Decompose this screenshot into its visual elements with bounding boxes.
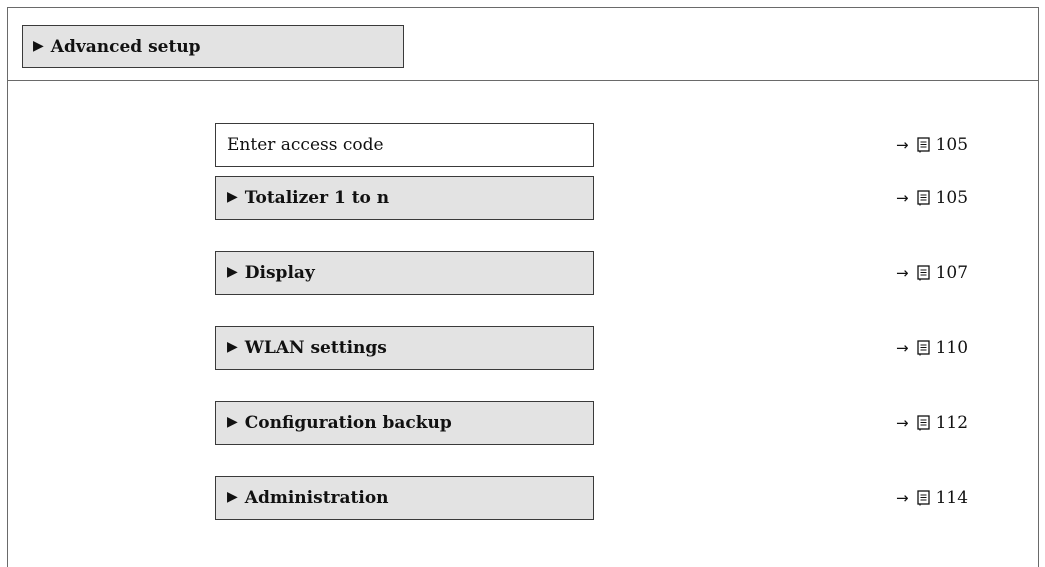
right-arrow-icon: → [896,489,909,507]
play-triangle-icon: ▶ [227,339,238,355]
play-triangle-icon: ▶ [33,37,44,54]
book-page-icon [916,265,931,281]
totalizer-submenu[interactable]: ▶ Totalizer 1 to n [215,176,594,220]
right-arrow-icon: → [896,136,909,154]
right-arrow-icon: → [896,264,909,282]
display-submenu[interactable]: ▶ Display [215,251,594,295]
book-page-icon [916,340,931,356]
enter-access-code-field[interactable]: Enter access code [215,123,594,167]
page-reference[interactable]: → 114 [896,476,968,520]
page-number: 110 [935,338,969,358]
item-label: Administration [244,488,389,508]
page-reference[interactable]: → 110 [896,326,968,370]
book-page-icon [916,490,931,506]
play-triangle-icon: ▶ [227,414,238,430]
play-triangle-icon: ▶ [227,264,238,280]
item-label: Configuration backup [244,413,452,433]
item-label: WLAN settings [244,338,387,358]
page-number: 105 [935,135,969,155]
right-arrow-icon: → [896,189,909,207]
page-number: 112 [935,413,969,433]
page-reference[interactable]: → 105 [896,176,968,220]
item-label: Enter access code [227,135,384,155]
item-label: Totalizer 1 to n [244,188,390,208]
advanced-setup-title: Advanced setup [50,36,201,57]
page-number: 107 [935,263,969,283]
book-page-icon [916,190,931,206]
item-label: Display [244,263,315,283]
wlan-settings-submenu[interactable]: ▶ WLAN settings [215,326,594,370]
advanced-setup-header[interactable]: ▶ Advanced setup [22,25,404,68]
book-page-icon [916,415,931,431]
book-page-icon [916,137,931,153]
page-number: 105 [935,188,969,208]
right-arrow-icon: → [896,339,909,357]
page-reference[interactable]: → 107 [896,251,968,295]
play-triangle-icon: ▶ [227,489,238,505]
page-number: 114 [935,488,969,508]
page-reference[interactable]: → 105 [896,123,968,167]
configuration-backup-submenu[interactable]: ▶ Configuration backup [215,401,594,445]
page-reference[interactable]: → 112 [896,401,968,445]
play-triangle-icon: ▶ [227,189,238,205]
right-arrow-icon: → [896,414,909,432]
administration-submenu[interactable]: ▶ Administration [215,476,594,520]
header-divider [7,80,1039,81]
